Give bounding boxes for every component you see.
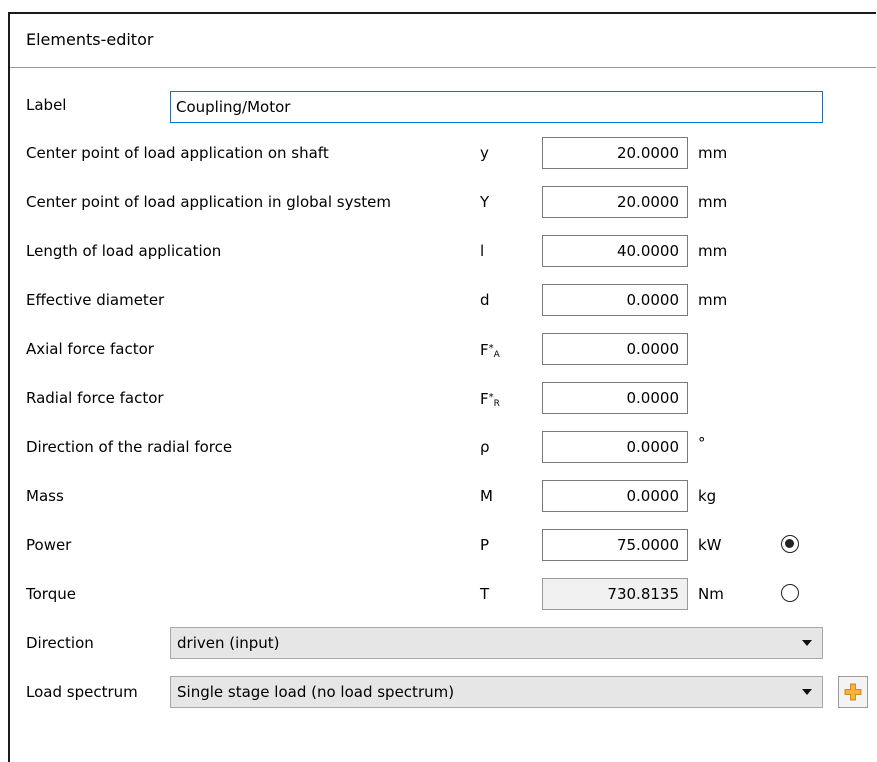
field-unit: kW xyxy=(698,536,722,554)
field-label: Center point of load application on shaf… xyxy=(26,144,329,162)
field-symbol: l xyxy=(480,242,485,260)
field-label: Power xyxy=(26,536,72,554)
load-spectrum-selected-value: Single stage load (no load spectrum) xyxy=(177,683,455,701)
label-input[interactable]: Coupling/Motor xyxy=(170,91,823,123)
torque-radio[interactable] xyxy=(781,584,799,602)
label-caption: Label xyxy=(26,96,67,114)
field-symbol: P xyxy=(480,536,490,554)
field-row-length: Length of load application l 40.0000 mm xyxy=(10,233,876,269)
mass-input[interactable]: 0.0000 xyxy=(542,480,688,512)
field-row-effective-diameter: Effective diameter d 0.0000 mm xyxy=(10,282,876,318)
field-row-mass: Mass M 0.0000 kg xyxy=(10,478,876,514)
field-label: Radial force factor xyxy=(26,389,164,407)
load-spectrum-row: Load spectrum Single stage load (no load… xyxy=(10,674,876,710)
add-load-spectrum-button[interactable] xyxy=(838,676,868,708)
field-symbol: F*A xyxy=(480,341,500,360)
field-unit: kg xyxy=(698,487,717,505)
plus-icon xyxy=(844,683,862,701)
field-label: Center point of load application in glob… xyxy=(26,193,392,211)
panel-title: Elements-editor xyxy=(10,14,876,68)
field-row-center-point-global: Center point of load application in glob… xyxy=(10,184,876,220)
field-label: Direction of the radial force xyxy=(26,438,233,456)
field-unit: mm xyxy=(698,193,728,211)
radial-force-factor-input[interactable]: 0.0000 xyxy=(542,382,688,414)
length-input[interactable]: 40.0000 xyxy=(542,235,688,267)
field-unit: Nm xyxy=(698,585,724,603)
center-point-global-input[interactable]: 20.0000 xyxy=(542,186,688,218)
power-input[interactable]: 75.0000 xyxy=(542,529,688,561)
field-row-center-point-shaft: Center point of load application on shaf… xyxy=(10,135,876,171)
field-symbol: F*R xyxy=(480,390,500,409)
field-label: Torque xyxy=(26,585,76,603)
axial-force-factor-input[interactable]: 0.0000 xyxy=(542,333,688,365)
field-label: Length of load application xyxy=(26,242,222,260)
torque-value: 730.8135 xyxy=(542,578,688,610)
load-spectrum-select[interactable]: Single stage load (no load spectrum) xyxy=(170,676,823,708)
field-symbol: y xyxy=(480,144,489,162)
label-row: Label Coupling/Motor xyxy=(10,87,876,123)
chevron-down-icon xyxy=(802,640,812,646)
field-label: Axial force factor xyxy=(26,340,154,358)
field-symbol: d xyxy=(480,291,490,309)
direction-row: Direction driven (input) xyxy=(10,625,876,661)
field-label: Effective diameter xyxy=(26,291,165,309)
direction-select[interactable]: driven (input) xyxy=(170,627,823,659)
power-radio[interactable] xyxy=(781,535,799,553)
field-symbol: M xyxy=(480,487,493,505)
elements-editor-panel: Elements-editor Label Coupling/Motor Cen… xyxy=(8,12,876,762)
field-row-torque: Torque T 730.8135 Nm xyxy=(10,576,876,612)
field-symbol: Y xyxy=(480,193,490,211)
field-row-axial-force-factor: Axial force factor F*A 0.0000 xyxy=(10,331,876,367)
field-unit: mm xyxy=(698,242,728,260)
load-spectrum-label: Load spectrum xyxy=(26,683,138,701)
field-label: Mass xyxy=(26,487,64,505)
field-unit: mm xyxy=(698,291,728,309)
field-symbol: T xyxy=(480,585,490,603)
direction-label: Direction xyxy=(26,634,94,652)
effective-diameter-input[interactable]: 0.0000 xyxy=(542,284,688,316)
field-row-radial-direction: Direction of the radial force ρ 0.0000 ° xyxy=(10,429,876,465)
editor-content: Label Coupling/Motor Center point of loa… xyxy=(10,68,876,762)
center-point-shaft-input[interactable]: 20.0000 xyxy=(542,137,688,169)
field-symbol: ρ xyxy=(480,438,490,456)
direction-selected-value: driven (input) xyxy=(177,634,280,652)
radial-direction-input[interactable]: 0.0000 xyxy=(542,431,688,463)
field-unit: mm xyxy=(698,144,728,162)
field-row-radial-force-factor: Radial force factor F*R 0.0000 xyxy=(10,380,876,416)
field-unit: ° xyxy=(698,434,706,452)
chevron-down-icon xyxy=(802,689,812,695)
field-row-power: Power P 75.0000 kW xyxy=(10,527,876,563)
